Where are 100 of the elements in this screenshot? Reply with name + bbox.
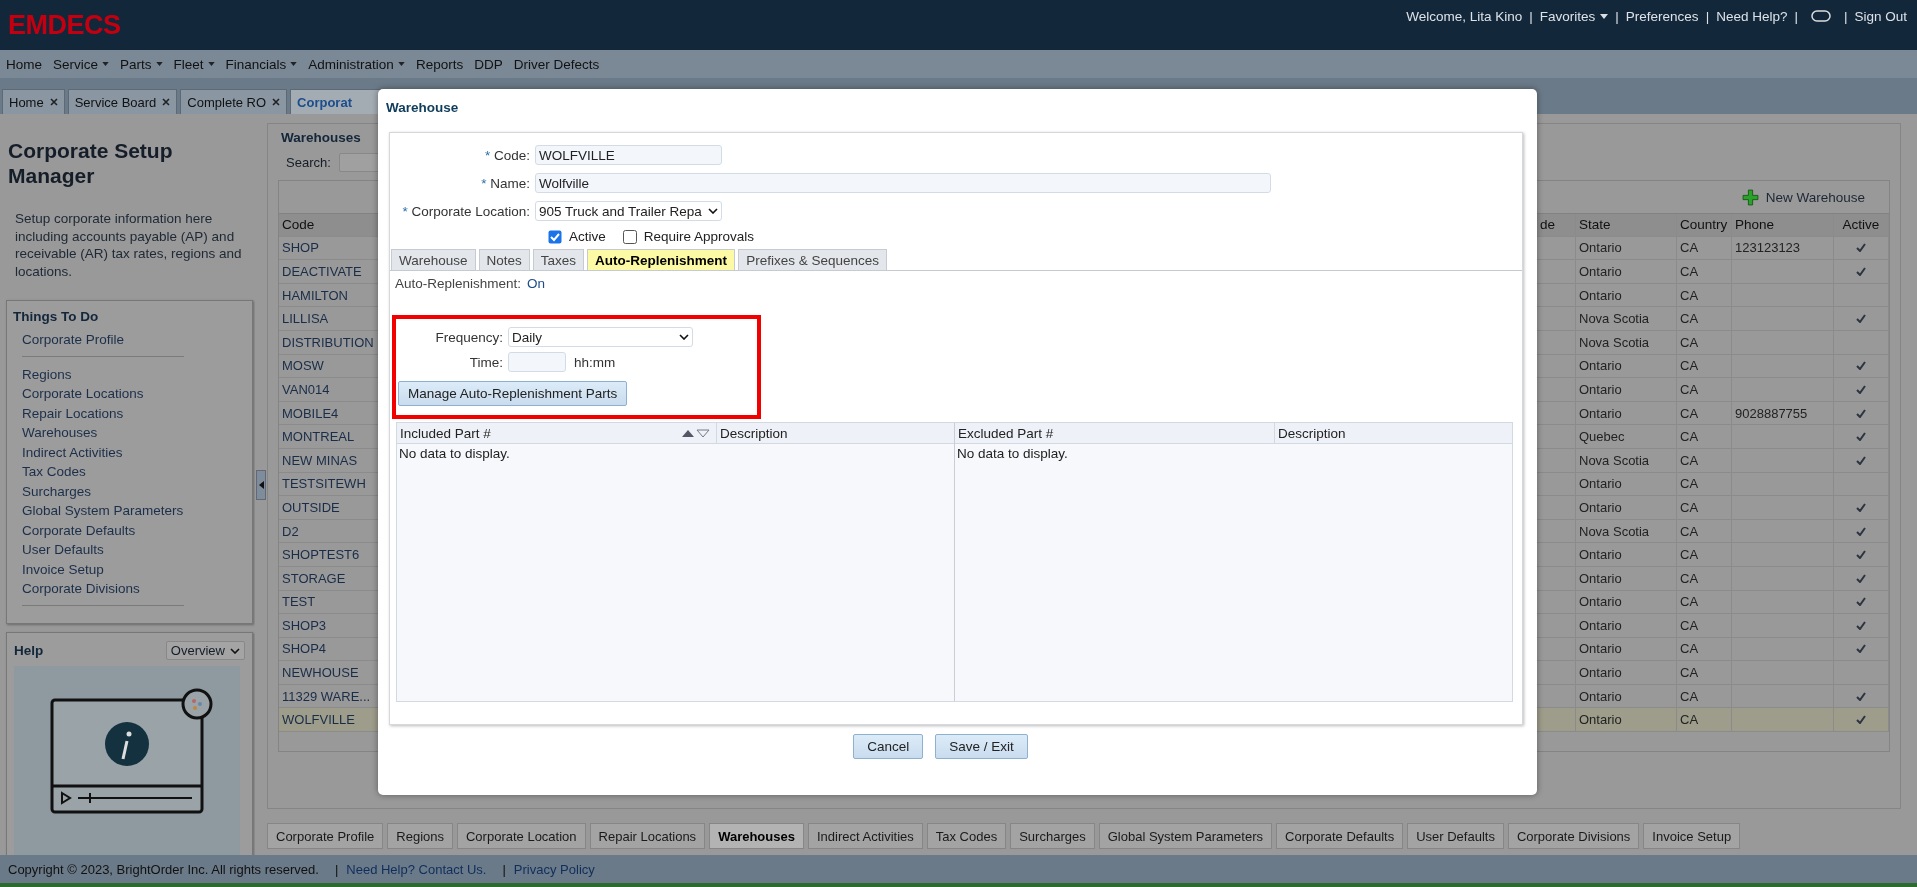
caret-icon	[155, 62, 163, 66]
checkbox[interactable]: Active	[548, 229, 606, 244]
welcome-text: Welcome, Lita Kino	[1406, 8, 1523, 24]
section-tab[interactable]: Regions	[387, 823, 453, 849]
format-hint: hh:mm	[574, 354, 616, 370]
section-tab[interactable]: Corporate Divisions	[1507, 823, 1640, 849]
sidebar-link[interactable]: User Defaults	[22, 540, 184, 560]
table-cell: Nova Scotia	[1576, 330, 1677, 354]
dialog-tab[interactable]: Prefixes & Sequences	[738, 249, 887, 270]
column-header[interactable]: Active	[1834, 214, 1889, 236]
table-cell: CA	[1677, 472, 1732, 496]
section-tab[interactable]: Global System Parameters	[1098, 823, 1273, 849]
column-header[interactable]: Country	[1677, 214, 1732, 236]
table-cell: Ontario	[1576, 637, 1677, 661]
dialog-button[interactable]: Save / Exit	[935, 734, 1028, 759]
table-cell: CA	[1677, 330, 1732, 354]
input-field[interactable]: Wolfville	[535, 173, 1271, 193]
column-header[interactable]: Excluded Part #	[955, 423, 1275, 443]
table-cell: Ontario	[1576, 378, 1677, 401]
checkbox[interactable]: Require Approvals	[622, 229, 755, 244]
menu-item[interactable]: Financials	[225, 56, 298, 72]
header-menu[interactable]: Favorites	[1539, 8, 1609, 24]
field-label: * Corporate Location:	[401, 203, 530, 219]
table-cell: CA	[1677, 354, 1732, 378]
sidebar-link[interactable]: Repair Locations	[22, 403, 184, 423]
section-tab[interactable]: Invoice Setup	[1643, 823, 1741, 849]
help-dropdown[interactable]: Overview	[165, 641, 245, 660]
table-cell: Quebec	[1576, 425, 1677, 448]
required-mark: *	[481, 175, 487, 191]
panel-title: Warehouses	[281, 130, 362, 145]
input-field[interactable]: WOLFVILLE	[535, 145, 722, 165]
dialog-tab[interactable]: Warehouse	[391, 249, 476, 270]
section-tab[interactable]: Tax Codes	[926, 823, 1007, 849]
sidebar-link[interactable]: Invoice Setup	[22, 559, 184, 579]
page-tab[interactable]: Service Board	[67, 89, 178, 114]
dialog-button[interactable]: Cancel	[853, 734, 924, 759]
sidebar-link[interactable]: Corporate Defaults	[22, 520, 184, 540]
menu-item[interactable]: Driver Defects	[513, 56, 600, 72]
table-cell: CA	[1677, 425, 1732, 448]
menu-item[interactable]: Reports	[415, 56, 464, 72]
menu-item[interactable]: Home	[6, 56, 42, 72]
sort-arrows-icon[interactable]	[681, 428, 711, 438]
sidebar-link[interactable]: Surcharges	[22, 481, 184, 501]
collapse-arrow-icon	[258, 481, 264, 489]
column-header[interactable]: State	[1576, 214, 1677, 236]
table-cell: CA	[1677, 566, 1732, 590]
table-cell: Nova Scotia	[1576, 307, 1677, 330]
status-value: On	[527, 276, 546, 291]
header-link[interactable]: Preferences	[1625, 8, 1699, 24]
sidebar-link[interactable]: Warehouses	[22, 423, 184, 443]
column-header[interactable]: Included Part #	[397, 423, 717, 443]
section-tab[interactable]: Repair Locations	[589, 823, 706, 849]
header-link[interactable]: Need Help?	[1716, 8, 1788, 24]
sidebar-link[interactable]: Tax Codes	[22, 462, 184, 482]
empty-message: No data to display.	[957, 446, 1068, 461]
sidebar-link[interactable]: Global System Parameters	[22, 501, 184, 521]
table-cell: CA	[1677, 378, 1732, 401]
new-warehouse-button[interactable]: New Warehouse	[1741, 188, 1865, 206]
sidebar-link[interactable]: Regions	[22, 364, 184, 384]
menu-item[interactable]: Administration	[308, 56, 405, 72]
section-tab[interactable]: Indirect Activities	[807, 823, 923, 849]
table-cell: Ontario	[1576, 354, 1677, 378]
section-tab[interactable]: Surcharges	[1010, 823, 1095, 849]
dialog-tab[interactable]: Auto-Replenishment	[587, 249, 736, 270]
section-tab[interactable]: Corporate Location	[457, 823, 586, 849]
sidebar-link[interactable]: Corporate Divisions	[22, 579, 184, 599]
section-tab[interactable]: User Defaults	[1407, 823, 1504, 849]
section-tab[interactable]: Warehouses	[709, 823, 804, 849]
section-tab[interactable]: Corporate Defaults	[1276, 823, 1404, 849]
close-icon[interactable]	[49, 98, 58, 106]
logo: EMDECS	[8, 9, 121, 41]
sidebar-link[interactable]: Corporate Locations	[22, 384, 184, 404]
menu-item[interactable]: Fleet	[173, 56, 215, 72]
section-tab[interactable]: Corporate Profile	[267, 823, 384, 849]
sidebar-link[interactable]: Corporate Profile	[22, 330, 184, 350]
close-icon[interactable]	[272, 98, 281, 106]
header-link[interactable]: Sign Out	[1854, 8, 1907, 24]
menu-item[interactable]: DDP	[474, 56, 503, 72]
location-dropdown[interactable]: 905 Truck and Trailer Repa	[535, 201, 722, 221]
chevron-icon	[708, 208, 718, 214]
menu-item[interactable]: Parts	[120, 56, 163, 72]
dialog-tab[interactable]: Notes	[478, 249, 530, 270]
page-tab[interactable]: Home	[2, 89, 65, 114]
table-cell: Ontario	[1576, 283, 1677, 307]
collapse-handle[interactable]	[256, 470, 266, 500]
manage-parts-button[interactable]: Manage Auto-Replenishment Parts	[398, 381, 628, 406]
close-icon[interactable]	[162, 98, 171, 106]
table-cell: CA	[1677, 236, 1732, 260]
sidebar-link[interactable]: Indirect Activities	[22, 442, 184, 462]
frequency-dropdown[interactable]: Daily	[508, 327, 693, 347]
column-header[interactable]: Description	[1275, 423, 1512, 443]
separator: |	[1843, 8, 1848, 24]
time-field[interactable]	[508, 352, 566, 372]
separator: |	[502, 861, 506, 877]
column-header[interactable]: Phone	[1732, 214, 1834, 236]
menu-item[interactable]: Service	[53, 56, 110, 72]
column-header[interactable]: Description	[717, 423, 954, 443]
page-tab[interactable]: Complete RO	[180, 89, 288, 114]
dialog-tab[interactable]: Taxes	[532, 249, 585, 270]
field-label: * Name:	[480, 175, 530, 191]
